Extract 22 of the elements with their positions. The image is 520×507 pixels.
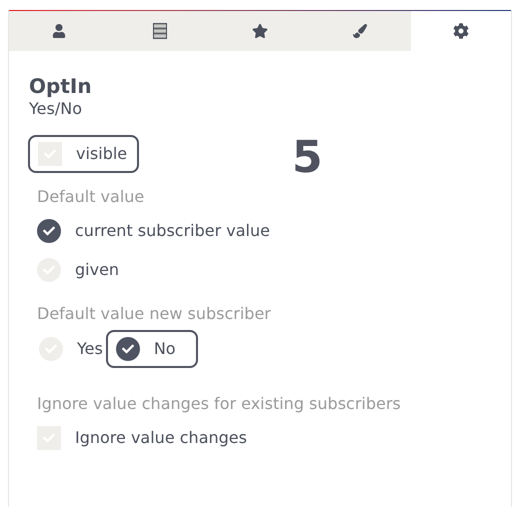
brush-icon — [353, 24, 368, 38]
tab[interactable] — [410, 11, 512, 51]
section-heading: Default value new subscriber — [37, 303, 272, 325]
radio-button[interactable] — [37, 219, 61, 243]
check-icon — [43, 225, 55, 237]
settings-icon — [452, 23, 469, 39]
star-icon — [252, 23, 268, 39]
section-heading: Ignore value changes for existing subscribers — [37, 393, 402, 415]
cabinet-icon — [152, 23, 167, 39]
radio-label: current subscriber value — [75, 220, 270, 242]
user-icon — [52, 24, 66, 38]
check-icon — [122, 343, 134, 355]
step-number: 5 — [292, 136, 323, 180]
field-type: Yes/No — [29, 99, 83, 119]
field-title: OptIn — [29, 73, 93, 99]
checkbox-label: Ignore value changes — [75, 427, 247, 449]
visible-checkbox-row[interactable]: visible — [28, 135, 140, 173]
radio-button[interactable] — [116, 337, 140, 361]
radio-option[interactable]: No — [106, 330, 198, 368]
section-heading: Default value — [37, 186, 146, 208]
radio-option[interactable]: Yes — [37, 330, 106, 368]
radio-label: given — [75, 259, 120, 281]
